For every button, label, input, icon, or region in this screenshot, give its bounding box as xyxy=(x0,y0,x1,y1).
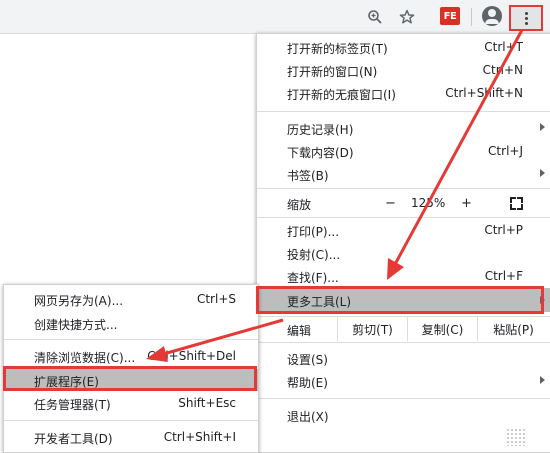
submenu-arrow-icon xyxy=(540,169,545,177)
copy-label: 复制(C) xyxy=(421,322,464,337)
menu-item-help[interactable]: 帮助(E) xyxy=(257,370,550,392)
menu-item-label: 退出(X) xyxy=(287,410,329,424)
menu-item-cast[interactable]: 投射(C)... xyxy=(257,242,550,264)
paste-label: 粘贴(P) xyxy=(493,322,534,337)
menu-item-find[interactable]: 查找(F)... Ctrl+F xyxy=(257,265,550,287)
menu-item-history[interactable]: 历史记录(H) xyxy=(257,117,550,139)
resize-grip-icon xyxy=(506,428,526,446)
menu-divider xyxy=(257,398,550,399)
menu-item-shortcut: Ctrl+Shift+Del xyxy=(147,349,236,363)
submenu-arrow-icon xyxy=(540,123,545,131)
menu-item-label: 打开新的窗口(N) xyxy=(287,65,378,79)
menu-item-shortcut: Ctrl+T xyxy=(484,40,523,54)
more-tools-highlight xyxy=(256,286,544,314)
menu-divider xyxy=(257,111,550,112)
menu-item-shortcut: Ctrl+S xyxy=(196,292,236,306)
submenu-item-save-page[interactable]: 网页另存为(A)... Ctrl+S xyxy=(4,288,258,310)
submenu-item-dev-tools[interactable]: 开发者工具(D) Ctrl+Shift+I xyxy=(4,426,258,448)
profile-avatar-icon[interactable] xyxy=(482,6,502,26)
chrome-main-menu: 打开新的标签页(T) Ctrl+T 打开新的窗口(N) Ctrl+N 打开新的无… xyxy=(256,33,550,453)
menu-item-downloads[interactable]: 下载内容(D) Ctrl+J xyxy=(257,140,550,162)
menu-item-shortcut: Shift+Esc xyxy=(178,396,236,410)
menu-item-label: 设置(S) xyxy=(287,353,328,367)
toolbar-divider xyxy=(471,8,472,26)
menu-item-label: 投射(C)... xyxy=(287,248,341,262)
zoom-in-icon[interactable] xyxy=(364,6,386,28)
menu-item-label: 任务管理器(T) xyxy=(34,398,111,412)
menu-item-label: 创建快捷方式... xyxy=(34,318,118,332)
menu-divider xyxy=(257,342,550,343)
submenu-arrow-icon xyxy=(540,376,545,384)
menu-item-label: 开发者工具(D) xyxy=(34,432,113,446)
bookmark-star-icon[interactable] xyxy=(396,6,418,28)
menu-item-label: 历史记录(H) xyxy=(287,123,354,137)
cut-button[interactable]: 剪切(T) xyxy=(337,317,407,341)
menu-item-bookmarks[interactable]: 书签(B) xyxy=(257,163,550,185)
menu-divider xyxy=(257,188,550,189)
menu-item-label: 网页另存为(A)... xyxy=(34,294,124,308)
zoom-out-button[interactable]: − xyxy=(385,196,396,211)
menu-item-exit[interactable]: 退出(X) xyxy=(257,404,550,426)
menu-item-new-tab[interactable]: 打开新的标签页(T) Ctrl+T xyxy=(257,36,550,58)
menu-item-new-window[interactable]: 打开新的窗口(N) Ctrl+N xyxy=(257,59,550,81)
zoom-row: 缩放 − 125% + xyxy=(257,192,550,214)
menu-item-label: 查找(F)... xyxy=(287,271,339,285)
menu-item-label: 帮助(E) xyxy=(287,376,328,390)
menu-item-label: 下载内容(D) xyxy=(287,146,354,160)
menu-item-label: 清除浏览数据(C)... xyxy=(34,351,136,365)
menu-item-settings[interactable]: 设置(S) xyxy=(257,347,550,369)
menu-item-new-incognito[interactable]: 打开新的无痕窗口(I) Ctrl+Shift+N xyxy=(257,82,550,104)
cut-label: 剪切(T) xyxy=(352,322,393,337)
zoom-in-button[interactable]: + xyxy=(461,196,472,211)
zoom-level: 125% xyxy=(411,196,446,210)
submenu-item-create-shortcut[interactable]: 创建快捷方式... xyxy=(4,312,258,334)
browser-toolbar: FE xyxy=(0,0,550,34)
menu-divider xyxy=(4,339,258,340)
submenu-item-task-manager[interactable]: 任务管理器(T) Shift+Esc xyxy=(4,392,258,414)
menu-item-label: 打印(P)... xyxy=(287,225,340,239)
menu-item-shortcut: Ctrl+N xyxy=(482,63,523,77)
submenu-item-clear-data[interactable]: 清除浏览数据(C)... Ctrl+Shift+Del xyxy=(4,345,258,367)
edit-row: 编辑 剪切(T) 复制(C) 粘贴(P) xyxy=(257,317,550,341)
menu-item-shortcut: Ctrl+J xyxy=(488,144,523,158)
extensions-highlight xyxy=(3,366,257,391)
menu-item-label: 打开新的标签页(T) xyxy=(287,42,388,56)
menu-divider xyxy=(257,217,550,218)
menu-item-print[interactable]: 打印(P)... Ctrl+P xyxy=(257,219,550,241)
menu-item-shortcut: Ctrl+Shift+N xyxy=(445,86,523,100)
fullscreen-icon[interactable] xyxy=(510,197,523,210)
fe-extension-icon[interactable]: FE xyxy=(440,7,460,25)
menu-item-label: 打开新的无痕窗口(I) xyxy=(287,88,396,102)
menu-item-label: 书签(B) xyxy=(287,169,329,183)
menu-divider xyxy=(4,420,258,421)
menu-item-shortcut: Ctrl+Shift+I xyxy=(163,430,236,444)
zoom-label: 缩放 xyxy=(287,198,312,212)
edit-label: 编辑 xyxy=(287,324,312,338)
copy-button[interactable]: 复制(C) xyxy=(407,317,477,341)
menu-item-shortcut: Ctrl+F xyxy=(484,269,523,283)
more-menu-icon[interactable] xyxy=(509,5,543,31)
menu-item-shortcut: Ctrl+P xyxy=(484,223,523,237)
paste-button[interactable]: 粘贴(P) xyxy=(477,317,549,341)
